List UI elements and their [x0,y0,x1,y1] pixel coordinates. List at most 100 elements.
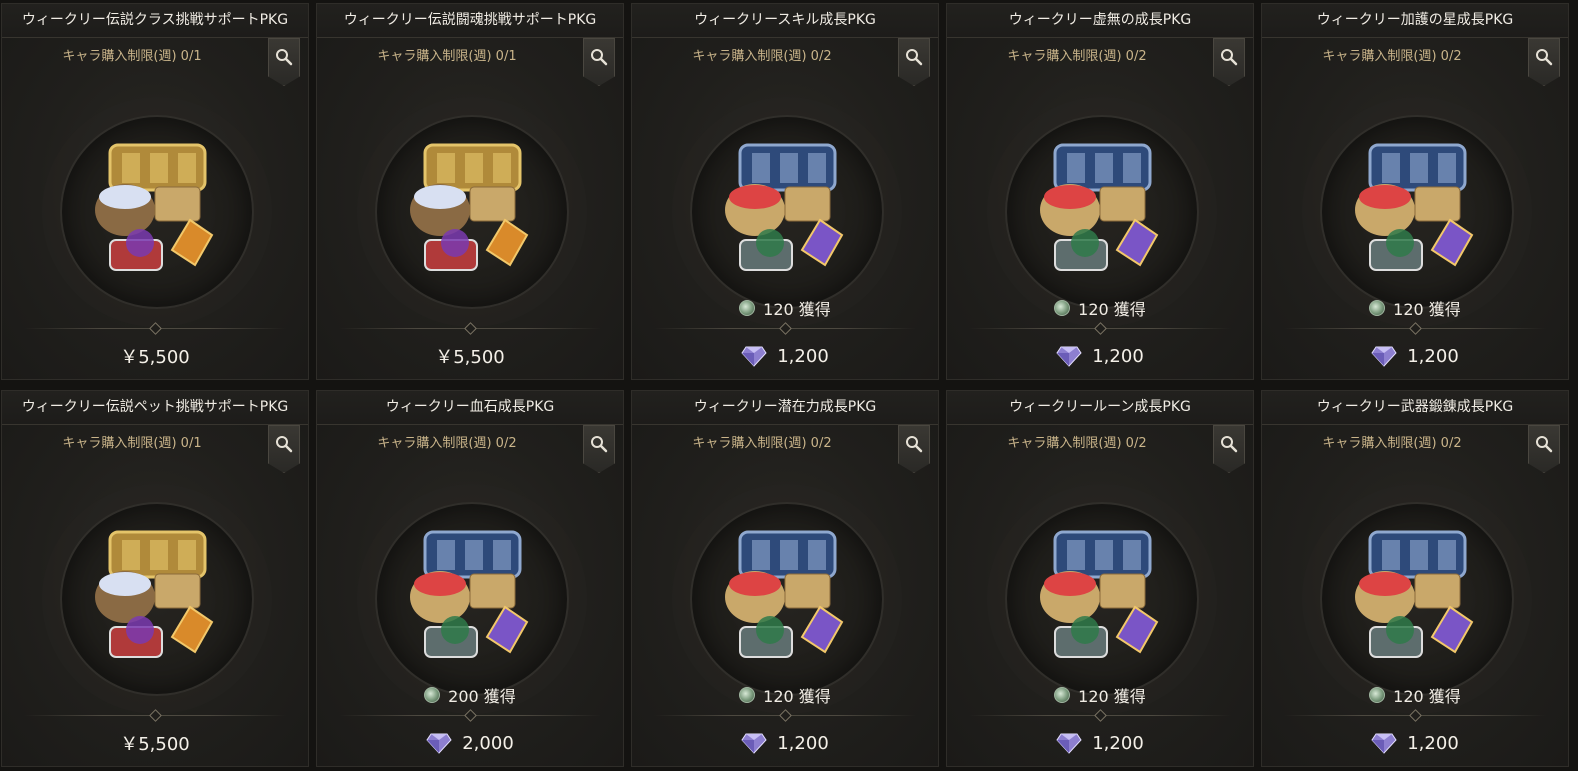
mileage-earn: 200 獲得 [317,683,623,707]
price-button[interactable]: ￥5,500 [2,342,308,370]
mileage-earn-label: 120 獲得 [1393,300,1461,319]
mileage-earn-label: 120 獲得 [1393,687,1461,706]
package-card-8[interactable]: ウィークリー潜在力成長PKG キャラ購入制限(週) 0/2 120 獲得 1,2… [631,390,939,767]
package-title: ウィークリー潜在力成長PKG [632,391,938,425]
package-item-image [95,143,214,271]
mileage-earn-label: 200 獲得 [448,687,516,706]
magnifier-icon [591,49,608,66]
package-title: ウィークリースキル成長PKG [632,4,938,38]
divider-ornament [779,322,792,335]
package-card-7[interactable]: ウィークリー血石成長PKG キャラ購入制限(週) 0/2 200 獲得 2,00… [316,390,624,767]
mileage-coin-icon [1054,687,1071,703]
price-label: ￥5,500 [120,347,190,368]
price-label: 1,200 [1092,345,1144,367]
divider-ornament [779,709,792,722]
package-title: ウィークリー加護の星成長PKG [1262,4,1568,38]
divider-ornament [1094,709,1107,722]
diamond-gem-icon [1371,346,1397,367]
mileage-coin-icon [739,687,756,703]
mileage-earn: 120 獲得 [632,296,938,320]
mileage-earn-label: 120 獲得 [1078,300,1146,319]
divider-ornament [149,322,162,335]
package-title: ウィークリー武器鍛錬成長PKG [1262,391,1568,425]
package-item-image [725,143,844,271]
package-grid: ウィークリー伝説クラス挑戦サポートPKG キャラ購入制限(週) 0/1 ￥5,5… [0,0,1578,771]
package-card-9[interactable]: ウィークリールーン成長PKG キャラ購入制限(週) 0/2 120 獲得 1,2… [946,390,1254,767]
package-item-image [1355,143,1474,271]
package-title: ウィークリー伝説クラス挑戦サポートPKG [2,4,308,38]
divider-ornament [1094,322,1107,335]
zoom-button[interactable] [1528,38,1560,86]
zoom-button[interactable] [1213,38,1245,86]
zoom-button[interactable] [1528,425,1560,473]
package-item-image [1040,143,1159,271]
diamond-gem-icon [426,733,452,754]
price-button[interactable]: 1,200 [947,342,1253,370]
purchase-limit: キャラ購入制限(週) 0/2 [692,436,832,451]
mileage-coin-icon [739,300,756,316]
price-button[interactable]: 1,200 [632,342,938,370]
magnifier-icon [276,436,293,453]
purchase-limit: キャラ購入制限(週) 0/1 [62,436,202,451]
zoom-button[interactable] [268,38,300,86]
magnifier-icon [1221,49,1238,66]
price-label: 1,200 [777,345,829,367]
package-title: ウィークリー血石成長PKG [317,391,623,425]
diamond-gem-icon [741,346,767,367]
package-item-image [725,530,844,658]
mileage-coin-icon [1369,300,1386,316]
mileage-earn: 120 獲得 [1262,683,1568,707]
purchase-limit: キャラ購入制限(週) 0/2 [1322,49,1462,64]
purchase-limit: キャラ購入制限(週) 0/2 [1007,436,1147,451]
price-button[interactable]: ￥5,500 [2,729,308,757]
purchase-limit: キャラ購入制限(週) 0/2 [692,49,832,64]
price-label: 1,200 [1407,732,1459,754]
package-item-image [410,530,529,658]
price-label: 1,200 [777,732,829,754]
zoom-button[interactable] [898,38,930,86]
purchase-limit: キャラ購入制限(週) 0/2 [1322,436,1462,451]
package-card-6[interactable]: ウィークリー伝説ペット挑戦サポートPKG キャラ購入制限(週) 0/1 ￥5,5… [1,390,309,767]
diamond-gem-icon [741,733,767,754]
divider-ornament [1409,709,1422,722]
package-card-1[interactable]: ウィークリー伝説クラス挑戦サポートPKG キャラ購入制限(週) 0/1 ￥5,5… [1,3,309,380]
price-label: 1,200 [1407,345,1459,367]
package-card-2[interactable]: ウィークリー伝説闘魂挑戦サポートPKG キャラ購入制限(週) 0/1 ￥5,50… [316,3,624,380]
zoom-button[interactable] [1213,425,1245,473]
purchase-limit: キャラ購入制限(週) 0/2 [1007,49,1147,64]
mileage-earn-label: 120 獲得 [763,300,831,319]
price-button[interactable]: 1,200 [1262,729,1568,757]
mileage-earn: 120 獲得 [1262,296,1568,320]
price-button[interactable]: 2,000 [317,729,623,757]
magnifier-icon [1536,49,1553,66]
price-button[interactable]: ￥5,500 [317,342,623,370]
zoom-button[interactable] [583,425,615,473]
package-card-3[interactable]: ウィークリースキル成長PKG キャラ購入制限(週) 0/2 120 獲得 1,2… [631,3,939,380]
magnifier-icon [591,436,608,453]
purchase-limit: キャラ購入制限(週) 0/1 [62,49,202,64]
magnifier-icon [1536,436,1553,453]
package-title: ウィークリールーン成長PKG [947,391,1253,425]
price-label: ￥5,500 [435,347,505,368]
magnifier-icon [906,49,923,66]
mileage-coin-icon [1054,300,1071,316]
magnifier-icon [1221,436,1238,453]
diamond-gem-icon [1056,733,1082,754]
package-title: ウィークリー虚無の成長PKG [947,4,1253,38]
zoom-button[interactable] [898,425,930,473]
price-label: 2,000 [462,732,514,754]
price-button[interactable]: 1,200 [632,729,938,757]
package-card-5[interactable]: ウィークリー加護の星成長PKG キャラ購入制限(週) 0/2 120 獲得 1,… [1261,3,1569,380]
package-card-10[interactable]: ウィークリー武器鍛錬成長PKG キャラ購入制限(週) 0/2 120 獲得 1,… [1261,390,1569,767]
zoom-button[interactable] [583,38,615,86]
price-label: ￥5,500 [120,734,190,755]
divider-ornament [1409,322,1422,335]
price-button[interactable]: 1,200 [1262,342,1568,370]
divider-ornament [464,322,477,335]
package-item-image [410,143,529,271]
package-card-4[interactable]: ウィークリー虚無の成長PKG キャラ購入制限(週) 0/2 120 獲得 1,2… [946,3,1254,380]
price-button[interactable]: 1,200 [947,729,1253,757]
zoom-button[interactable] [268,425,300,473]
package-item-image [1040,530,1159,658]
mileage-coin-icon [424,687,441,703]
